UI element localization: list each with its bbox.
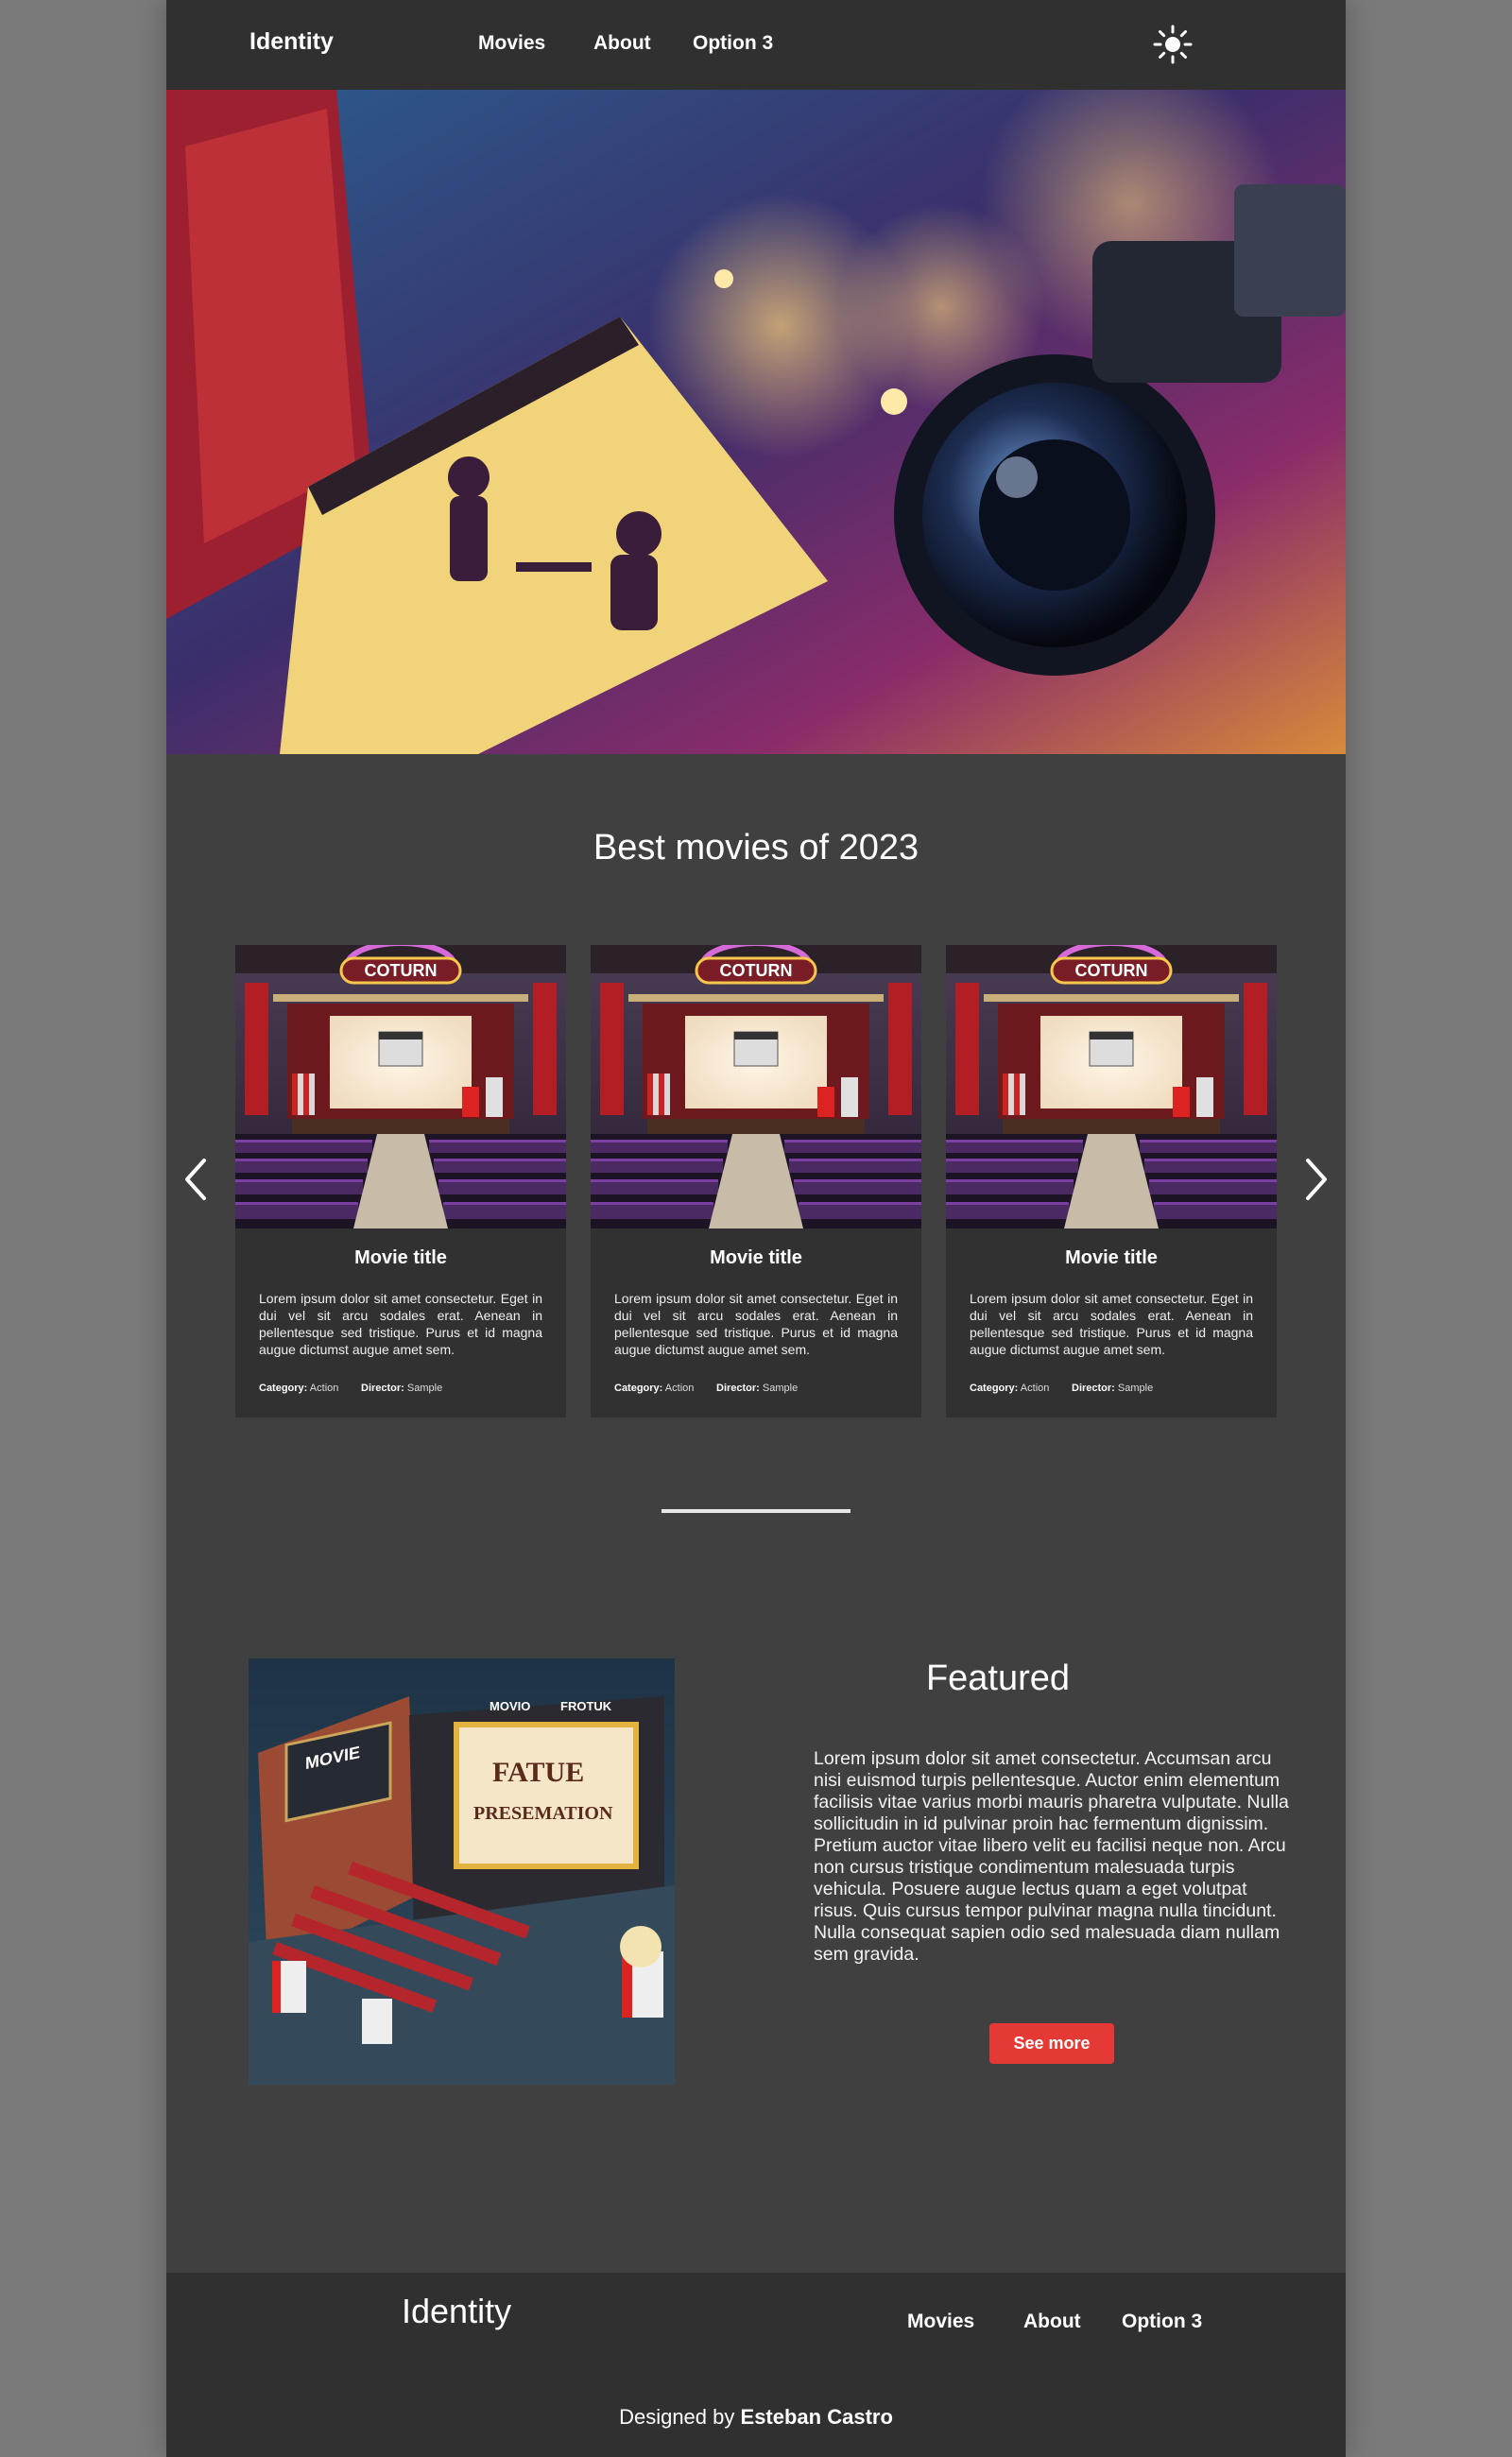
featured-title: Featured [925, 1658, 1071, 1698]
movie-director: Director: Sample [716, 1383, 798, 1394]
movie-card[interactable]: COTURN Movie title Lorem ipsum dolor sit… [946, 945, 1277, 1418]
movie-thumbnail: COTURN [591, 945, 921, 1228]
featured-description: Lorem ipsum dolor sit amet consectetur. … [814, 1748, 1289, 1965]
movie-thumbnail: COTURN [946, 945, 1277, 1228]
movie-director: Director: Sample [361, 1383, 442, 1394]
category-value: Action [309, 1383, 339, 1394]
see-more-button[interactable]: See more [989, 2023, 1114, 2064]
director-label: Director: [361, 1383, 404, 1394]
director-value: Sample [1117, 1383, 1154, 1394]
category-label: Category: [970, 1383, 1019, 1394]
movie-category: Category: Action [970, 1383, 1049, 1394]
sun-icon[interactable] [1153, 25, 1193, 64]
brand-logo[interactable]: Identity [249, 28, 334, 56]
movie-description: Lorem ipsum dolor sit amet consectetur. … [614, 1291, 898, 1357]
footer-nav-option-3[interactable]: Option 3 [1122, 2311, 1202, 2333]
best-movies-title: Best movies of 2023 [593, 828, 919, 868]
footer-brand[interactable]: Identity [402, 2292, 511, 2331]
movie-description: Lorem ipsum dolor sit amet consectetur. … [970, 1291, 1253, 1357]
director-value: Sample [406, 1383, 443, 1394]
credit-prefix: Designed by [619, 2405, 735, 2429]
movie-category: Category: Action [259, 1383, 338, 1394]
marquee-text: COTURN [719, 961, 793, 980]
page: Identity Movies About Option 3 Best movi… [166, 0, 1346, 2457]
chevron-right-icon[interactable] [1297, 1155, 1334, 1204]
movie-category: Category: Action [614, 1383, 694, 1394]
movie-thumbnail: COTURN [235, 945, 566, 1228]
nav-about[interactable]: About [593, 32, 651, 55]
movie-title: Movie title [354, 1247, 447, 1268]
movie-title: Movie title [710, 1247, 802, 1268]
marquee-text: COTURN [364, 961, 438, 980]
header: Identity Movies About Option 3 [166, 0, 1346, 90]
marquee-top-text-b: FROTUK [560, 1699, 612, 1713]
director-label: Director: [716, 1383, 760, 1394]
screen-text-line-1: FATUE [492, 1757, 584, 1788]
category-value: Action [1020, 1383, 1050, 1394]
director-value: Sample [762, 1383, 799, 1394]
nav-movies[interactable]: Movies [478, 32, 545, 55]
featured-image: MOVIE MOVIO FROTUK FATUE PRESEMATION [249, 1658, 675, 2085]
movie-director: Director: Sample [1072, 1383, 1153, 1394]
section-divider [662, 1509, 850, 1513]
marquee-top-text-a: MOVIO [490, 1699, 530, 1713]
category-value: Action [664, 1383, 695, 1394]
nav-option-3[interactable]: Option 3 [693, 32, 773, 55]
movie-title: Movie title [1065, 1247, 1158, 1268]
movie-card[interactable]: COTURN Movie title Lorem ipsum dolor sit… [591, 945, 921, 1418]
category-label: Category: [259, 1383, 308, 1394]
movie-card[interactable]: COTURN Movie title Lorem ipsum dolor sit… [235, 945, 566, 1418]
director-label: Director: [1072, 1383, 1115, 1394]
category-label: Category: [614, 1383, 663, 1394]
hero-image [166, 90, 1346, 754]
footer-nav-movies[interactable]: Movies [907, 2311, 974, 2333]
footer-credit: Designed by Esteban Castro [166, 2405, 1346, 2430]
screen-text-line-2: PRESEMATION [473, 1803, 613, 1824]
marquee-text: COTURN [1074, 961, 1148, 980]
chevron-left-icon[interactable] [178, 1155, 215, 1204]
movie-description: Lorem ipsum dolor sit amet consectetur. … [259, 1291, 542, 1357]
credit-name[interactable]: Esteban Castro [741, 2405, 893, 2429]
footer: Identity Movies About Option 3 Designed … [166, 2273, 1346, 2457]
footer-nav-about[interactable]: About [1023, 2311, 1081, 2333]
